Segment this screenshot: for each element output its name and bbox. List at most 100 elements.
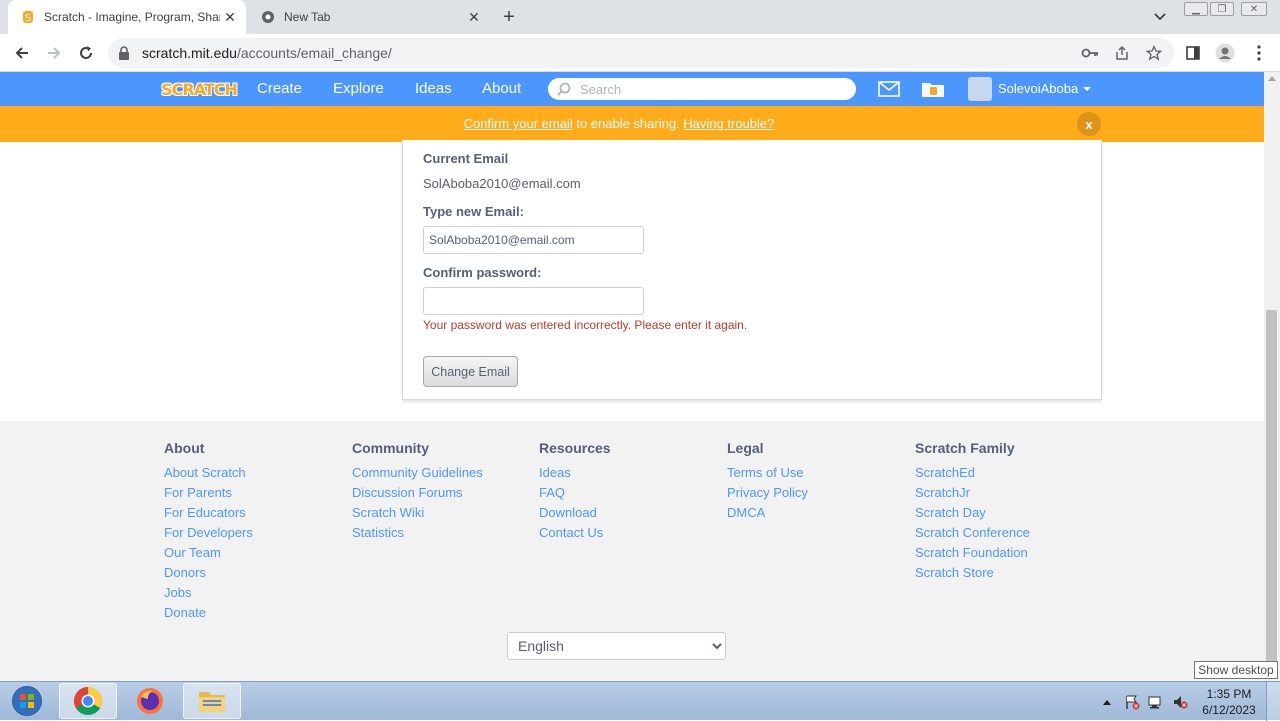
footer-link[interactable]: Download bbox=[539, 503, 611, 523]
action-center-flag-icon[interactable] bbox=[1124, 694, 1140, 710]
side-panel-icon[interactable] bbox=[1182, 42, 1204, 64]
file-explorer-taskbar-icon[interactable] bbox=[183, 683, 241, 719]
forward-arrow-icon[interactable] bbox=[42, 41, 66, 65]
footer-link[interactable]: Community Guidelines bbox=[352, 463, 483, 483]
footer-link[interactable]: Terms of Use bbox=[727, 463, 808, 483]
volume-muted-icon[interactable] bbox=[1172, 694, 1188, 710]
banner-message: Confirm your email to enable sharing. Ha… bbox=[463, 116, 775, 131]
footer-link[interactable]: Donate bbox=[164, 603, 253, 623]
footer-link[interactable]: Our Team bbox=[164, 543, 253, 563]
search-icon bbox=[556, 81, 572, 102]
windows-start-icon[interactable] bbox=[2, 683, 52, 719]
email-change-form: Current Email SolAboba2010@email.com Typ… bbox=[402, 140, 1102, 400]
nav-create[interactable]: Create bbox=[257, 80, 302, 97]
search-input[interactable] bbox=[580, 79, 850, 99]
close-tab-icon[interactable]: ✕ bbox=[464, 7, 484, 27]
footer-heading: Resources bbox=[539, 440, 611, 456]
firefox-taskbar-icon[interactable] bbox=[121, 683, 179, 719]
tab-new-tab[interactable]: New Tab ✕ bbox=[250, 0, 490, 34]
close-tab-icon[interactable]: ✕ bbox=[220, 7, 240, 27]
profile-avatar-icon[interactable] bbox=[1214, 42, 1236, 64]
banner-close-button[interactable]: x bbox=[1077, 112, 1101, 136]
current-email-label: Current Email bbox=[423, 151, 509, 166]
chrome-favicon-icon bbox=[260, 9, 276, 25]
footer-link[interactable]: For Developers bbox=[164, 523, 253, 543]
chevron-down-icon[interactable] bbox=[1083, 87, 1091, 91]
footer-link[interactable]: Statistics bbox=[352, 523, 483, 543]
restore-window-icon[interactable]: ❐ bbox=[1210, 2, 1234, 16]
footer-heading: Community bbox=[352, 440, 429, 456]
footer-column-scratch-family: Scratch Family ScratchEd ScratchJr Scrat… bbox=[915, 440, 1030, 583]
footer-column-community: Community Community Guidelines Discussio… bbox=[352, 440, 483, 543]
footer-link[interactable]: Jobs bbox=[164, 583, 253, 603]
bookmark-star-icon[interactable] bbox=[1144, 44, 1164, 62]
password-error-message: Your password was entered incorrectly. P… bbox=[423, 318, 748, 332]
footer-link[interactable]: Contact Us bbox=[539, 523, 611, 543]
change-email-button[interactable]: Change Email bbox=[423, 356, 518, 387]
footer-link[interactable]: Scratch Foundation bbox=[915, 543, 1030, 563]
new-tab-button[interactable]: + bbox=[498, 6, 520, 28]
footer-link[interactable]: Ideas bbox=[539, 463, 611, 483]
tray-expand-icon[interactable] bbox=[1099, 694, 1115, 710]
chrome-taskbar-icon[interactable] bbox=[59, 683, 117, 719]
new-email-field[interactable] bbox=[423, 226, 644, 254]
username[interactable]: SolevoiAboba bbox=[998, 81, 1078, 96]
email-confirm-banner: Confirm your email to enable sharing. Ha… bbox=[0, 106, 1264, 142]
address-bar[interactable]: scratch.mit.edu/accounts/email_change/ bbox=[108, 38, 1174, 68]
footer-heading: Legal bbox=[727, 440, 764, 456]
footer-link[interactable]: ScratchEd bbox=[915, 463, 1030, 483]
footer-link[interactable]: Scratch Conference bbox=[915, 523, 1030, 543]
nav-about[interactable]: About bbox=[482, 80, 521, 97]
footer-heading: About bbox=[164, 440, 205, 456]
footer-heading: Scratch Family bbox=[915, 440, 1015, 456]
network-icon[interactable] bbox=[1147, 694, 1163, 710]
nav-ideas[interactable]: Ideas bbox=[415, 80, 452, 97]
footer-link[interactable]: For Parents bbox=[164, 483, 253, 503]
footer-link[interactable]: About Scratch bbox=[164, 463, 253, 483]
windows-taskbar: 1:35 PM 6/12/2023 bbox=[0, 681, 1280, 721]
confirm-email-link[interactable]: Confirm your email bbox=[464, 116, 573, 131]
footer-link[interactable]: Scratch Store bbox=[915, 563, 1030, 583]
scroll-up-arrow-icon[interactable] bbox=[1268, 76, 1276, 81]
messages-icon[interactable] bbox=[876, 78, 902, 100]
avatar[interactable] bbox=[968, 77, 992, 101]
more-menu-icon[interactable] bbox=[1248, 42, 1270, 64]
footer-link[interactable]: ScratchJr bbox=[915, 483, 1030, 503]
scratch-favicon-icon: S bbox=[20, 9, 36, 25]
key-icon[interactable] bbox=[1080, 44, 1100, 62]
footer-link[interactable]: Scratch Day bbox=[915, 503, 1030, 523]
close-window-icon[interactable]: ✕ bbox=[1241, 2, 1267, 16]
clock-time: 1:35 PM bbox=[1206, 687, 1252, 701]
reload-icon[interactable] bbox=[74, 41, 98, 65]
having-trouble-link[interactable]: Having trouble? bbox=[683, 116, 774, 131]
lock-icon[interactable] bbox=[118, 46, 130, 65]
tab-scratch[interactable]: S Scratch - Imagine, Program, Share ✕ bbox=[8, 0, 246, 34]
system-clock[interactable]: 1:35 PM 6/12/2023 bbox=[1196, 686, 1262, 718]
password-field[interactable] bbox=[423, 287, 644, 315]
footer-link[interactable]: Privacy Policy bbox=[727, 483, 808, 503]
footer-link[interactable]: Scratch Wiki bbox=[352, 503, 483, 523]
scrollbar-thumb[interactable] bbox=[1266, 310, 1277, 662]
footer-link[interactable]: Donors bbox=[164, 563, 253, 583]
main-content: Current Email SolAboba2010@email.com Typ… bbox=[0, 140, 1264, 421]
language-select[interactable]: English bbox=[507, 632, 726, 660]
svg-text:S: S bbox=[25, 13, 31, 24]
footer-link[interactable]: FAQ bbox=[539, 483, 611, 503]
footer-column-legal: Legal Terms of Use Privacy Policy DMCA bbox=[727, 440, 808, 523]
footer-link[interactable]: Discussion Forums bbox=[352, 483, 483, 503]
tab-title: Scratch - Imagine, Program, Share bbox=[44, 10, 220, 24]
url-text: scratch.mit.edu/accounts/email_change/ bbox=[142, 45, 392, 61]
back-arrow-icon[interactable] bbox=[10, 41, 34, 65]
show-desktop-button[interactable] bbox=[1266, 682, 1280, 721]
my-stuff-folder-icon[interactable] bbox=[920, 78, 946, 100]
footer-link[interactable]: For Educators bbox=[164, 503, 253, 523]
nav-explore[interactable]: Explore bbox=[333, 80, 384, 97]
share-icon[interactable] bbox=[1112, 44, 1132, 62]
footer-link[interactable]: DMCA bbox=[727, 503, 808, 523]
page-scrollbar[interactable] bbox=[1264, 72, 1280, 681]
current-email-value: SolAboba2010@email.com bbox=[423, 176, 581, 191]
chevron-down-icon[interactable] bbox=[1150, 8, 1170, 26]
minimize-window-icon[interactable]: ▁ bbox=[1184, 2, 1208, 16]
scratch-logo[interactable]: SCRATCH bbox=[161, 76, 238, 102]
browser-tab-strip: S Scratch - Imagine, Program, Share ✕ Ne… bbox=[0, 0, 1280, 34]
